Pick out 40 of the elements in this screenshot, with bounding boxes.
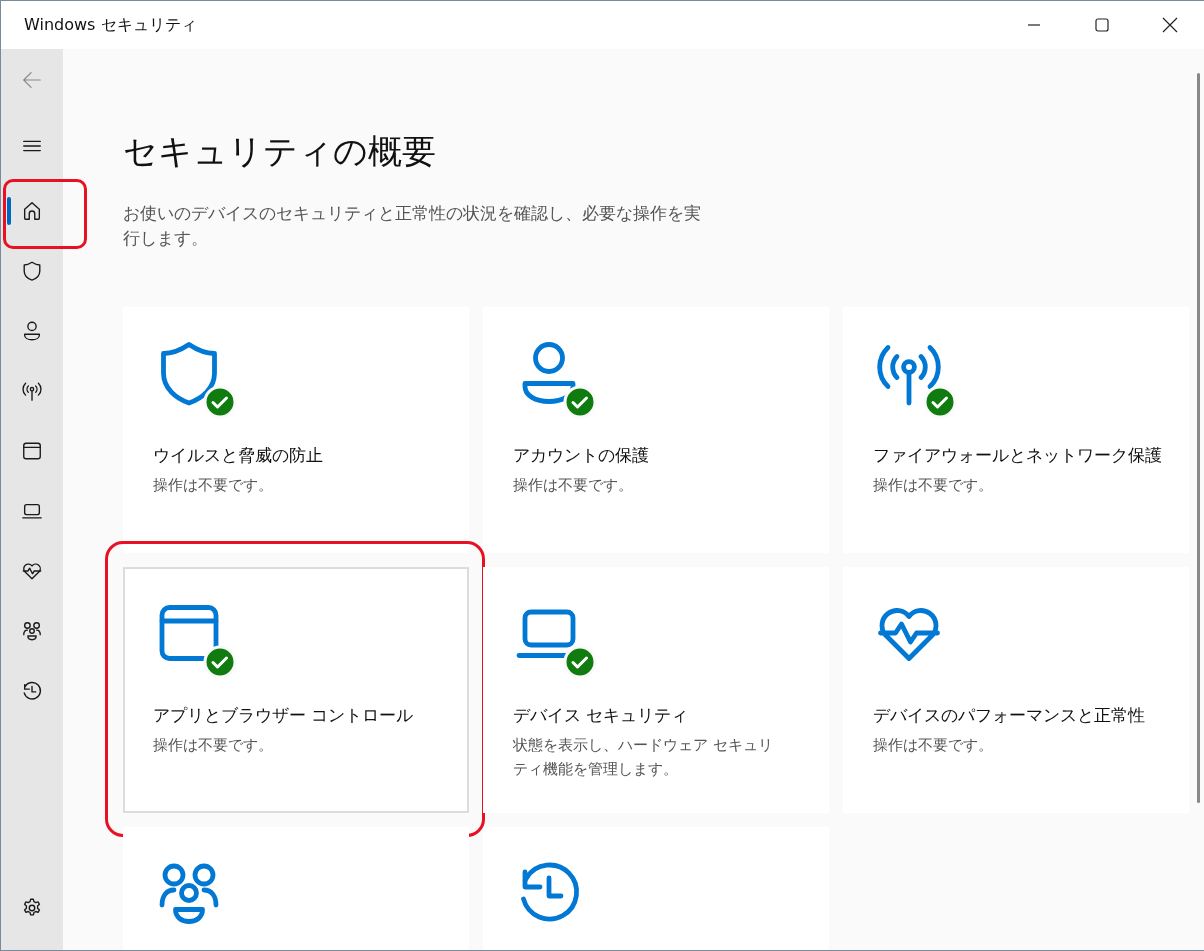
security-card[interactable]: ウイルスと脅威の防止 操作は不要です。 — [123, 307, 469, 553]
card-title: ウイルスと脅威の防止 — [153, 445, 323, 467]
card-status: 操作は不要です。 — [153, 735, 274, 756]
page-description: お使いのデバイスのセキュリティと正常性の状況を確認し、必要な操作を実行します。 — [123, 203, 702, 250]
security-card[interactable]: アプリとブラウザー コントロール 操作は不要です。 — [123, 567, 469, 813]
page-title: セキュリティの概要 — [123, 130, 437, 173]
security-card[interactable]: デバイスのパフォーマンスと正常性 操作は不要です。 — [843, 567, 1189, 813]
card-title: デバイス セキュリティ — [513, 705, 689, 727]
check-badge-icon — [923, 385, 957, 419]
shield-icon — [21, 260, 43, 282]
selection-indicator — [7, 197, 11, 225]
person-icon — [21, 320, 43, 342]
security-card[interactable]: アカウントの保護 操作は不要です。 — [483, 307, 829, 553]
card-title: ファイアウォールとネットワーク保護 — [873, 445, 1162, 467]
card-title: デバイスのパフォーマンスと正常性 — [873, 705, 1145, 727]
card-status: 操作は不要です。 — [153, 475, 274, 496]
card-status: 操作は不要です。 — [513, 475, 634, 496]
card-title: アカウントの保護 — [513, 445, 649, 467]
card-status: 状態を表示し、ハードウェア セキュリティ機能を管理します。 — [513, 735, 774, 780]
check-badge-icon — [563, 385, 597, 419]
heartbeat-icon — [21, 560, 43, 582]
security-card[interactable]: デバイス セキュリティ 状態を表示し、ハードウェア セキュリティ機能を管理します。 — [483, 567, 829, 813]
window-icon — [21, 440, 43, 462]
check-badge-icon — [563, 645, 597, 679]
card-status: 操作は不要です。 — [873, 475, 994, 496]
check-badge-icon — [203, 645, 237, 679]
scrollbar[interactable] — [1197, 73, 1200, 803]
maximize-icon — [1095, 18, 1109, 32]
window-title: Windows セキュリティ — [23, 14, 197, 36]
card-title: アプリとブラウザー コントロール — [153, 705, 414, 727]
back-arrow-icon — [21, 69, 43, 91]
settings-icon — [21, 897, 43, 919]
antenna-icon — [21, 380, 43, 402]
history-icon — [21, 680, 43, 702]
close-icon — [1162, 17, 1178, 33]
home-icon — [21, 200, 43, 222]
check-badge-icon — [203, 385, 237, 419]
security-card[interactable]: ファイアウォールとネットワーク保護 操作は不要です。 — [843, 307, 1189, 553]
card-status: 操作は不要です。 — [873, 735, 994, 756]
family-icon — [21, 620, 43, 642]
